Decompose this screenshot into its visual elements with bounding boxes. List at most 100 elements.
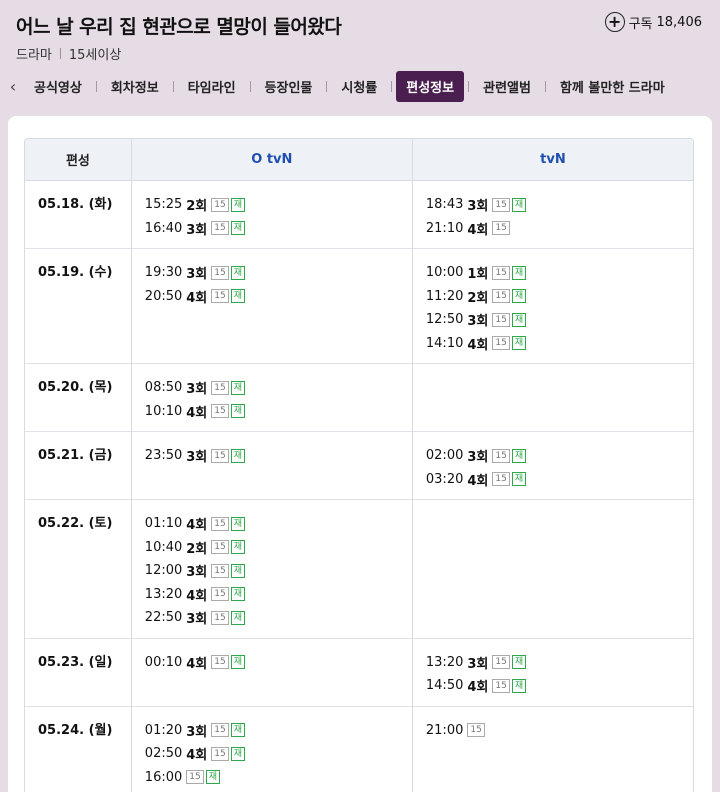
program-tabs: ‹ 공식영상 회차정보 타임라인 등장인물 시청률 편성정보 관련앨범 함께 볼만한 드라마 [0, 70, 720, 102]
rerun-badge: 재 [230, 448, 246, 463]
broadcast-entry: 23:50 3회 15 재 [145, 444, 400, 468]
broadcast-time: 13:20 [144, 586, 183, 602]
tab-item[interactable]: 회차정보 [101, 71, 169, 102]
broadcast-entry: 00:10 4회 15 재 [145, 651, 400, 675]
broadcast-time: 01:20 [144, 722, 183, 738]
broadcast-time: 02:50 [144, 746, 183, 762]
rerun-badge: 재 [511, 289, 527, 304]
episode-number: 3회 [186, 382, 208, 398]
subscribe-button[interactable]: + 구독 18,406 [604, 12, 703, 32]
age-rating-badge: 15 [211, 610, 229, 625]
schedule-date: 05.19. (수) [25, 249, 131, 364]
schedule-panel: 편성 O tvN tvN 05.18. (화) 15:25 2회 15 재 16:40 3회… [8, 116, 712, 792]
broadcast-entry: 03:20 4회 15 재 [426, 468, 681, 492]
program-title: 어느 날 우리 집 현관으로 멸망이 들어왔다 [16, 16, 342, 38]
episode-number: 3회 [186, 267, 208, 283]
age-rating-badge: 15 [492, 448, 510, 463]
broadcast-entry: 16:40 3회 15 재 [145, 217, 400, 241]
rerun-badge: 재 [230, 221, 246, 236]
broadcast-entry: 15:25 2회 15 재 [145, 193, 400, 217]
broadcast-entry: 19:30 3회 15 재 [145, 261, 400, 285]
rerun-badge: 재 [511, 197, 527, 212]
schedule-date: 05.20. (목) [25, 364, 131, 432]
meta-divider [59, 48, 61, 59]
rerun-badge: 재 [230, 655, 246, 670]
tab-divider [391, 80, 393, 92]
age-rating-badge: 15 [492, 336, 510, 351]
episode-number: 3회 [186, 565, 208, 581]
subscribe-count: 18,406 [656, 14, 703, 30]
broadcast-time: 13:20 [425, 654, 464, 670]
age-rating-badge: 15 [492, 312, 510, 327]
tab-item[interactable]: 타임라인 [178, 71, 246, 102]
rerun-badge: 재 [511, 448, 527, 463]
tab-item[interactable]: 관련앨범 [473, 71, 541, 102]
tab-item[interactable]: 등장인물 [255, 71, 323, 102]
broadcast-time: 10:00 [425, 265, 464, 281]
tab-divider [326, 80, 328, 92]
broadcast-entry: 18:43 3회 15 재 [426, 193, 681, 217]
age-rating-badge: 15 [492, 265, 510, 280]
episode-number: 3회 [186, 450, 208, 466]
broadcast-entry: 14:50 4회 15 재 [426, 674, 681, 698]
broadcast-entry: 08:50 3회 15 재 [145, 376, 400, 400]
schedule-date: 05.23. (일) [25, 639, 131, 707]
episode-number: 3회 [467, 656, 489, 672]
column-header-otvn: O tvN [130, 139, 412, 181]
channel-cell-otvn: 00:10 4회 15 재 [130, 638, 412, 707]
channel-cell-otvn: 23:50 3회 15 재 [130, 432, 412, 500]
age-rating-badge: 15 [211, 289, 229, 304]
age-rating-badge: 15 [211, 587, 229, 602]
age-rating-badge: 15 [211, 265, 229, 280]
channel-cell-tvn [411, 500, 693, 639]
schedule-date: 05.21. (금) [25, 432, 131, 500]
subscribe-label: 구독 [628, 16, 653, 32]
broadcast-entry: 11:20 2회 15 재 [426, 285, 681, 309]
channel-cell-tvn [411, 364, 693, 432]
broadcast-entry: 10:40 2회 15 재 [145, 536, 400, 560]
rerun-badge: 재 [511, 678, 527, 693]
broadcast-time: 16:00 [144, 769, 183, 785]
broadcast-time: 12:50 [425, 312, 464, 328]
channel-cell-otvn: 19:30 3회 15 재 20:50 4회 15 재 [130, 249, 412, 364]
rerun-badge: 재 [230, 610, 246, 625]
broadcast-time: 14:50 [425, 678, 464, 694]
age-rating-badge: 15 [211, 448, 229, 463]
broadcast-time: 15:25 [144, 197, 183, 213]
broadcast-entry: 13:20 4회 15 재 [145, 583, 400, 607]
program-meta: 드라마 15세이상 [16, 44, 121, 63]
channel-cell-tvn: 13:20 3회 15 재 14:50 4회 15 재 [411, 638, 693, 707]
age-rating-label: 15세이상 [68, 48, 122, 63]
age-rating-badge: 15 [211, 723, 229, 738]
chevron-left-icon[interactable]: ‹ [2, 77, 24, 96]
rerun-badge: 재 [230, 289, 246, 304]
tab-item[interactable]: 공식영상 [24, 71, 92, 102]
age-rating-badge: 15 [492, 678, 510, 693]
rerun-badge: 재 [230, 563, 246, 578]
broadcast-time: 21:00 [425, 722, 464, 738]
episode-number: 3회 [467, 199, 489, 215]
program-header: 어느 날 우리 집 현관으로 멸망이 들어왔다 드라마 15세이상 + 구독 1… [0, 0, 720, 112]
channel-cell-otvn: 01:203회15재02:504회15재16:0015재17:2015재 [130, 706, 412, 792]
age-rating-badge: 15 [186, 770, 204, 785]
tab-item[interactable]: 함께 볼만한 드라마 [550, 71, 675, 102]
broadcast-time: 23:50 [144, 448, 183, 464]
broadcast-entry: 02:50 4회 15 재 [145, 742, 400, 766]
rerun-badge: 재 [230, 587, 246, 602]
age-rating-badge: 15 [492, 655, 510, 670]
column-header-tvn: tvN [411, 139, 693, 181]
tab-item[interactable]: 편성정보 [396, 70, 465, 102]
age-rating-badge: 15 [211, 197, 229, 212]
episode-number: 3회 [467, 314, 489, 330]
schedule-date: 05.24. (월) [38, 722, 113, 738]
rerun-badge: 재 [511, 336, 527, 351]
age-rating-badge: 15 [211, 655, 229, 670]
broadcast-entry: 21:00 15 [426, 719, 681, 743]
schedule-date: 05.22. (토) [25, 500, 131, 639]
tab-item[interactable]: 시청률 [331, 71, 387, 102]
rerun-badge: 재 [230, 265, 246, 280]
age-rating-badge: 15 [211, 516, 229, 531]
episode-number: 4회 [467, 222, 489, 238]
broadcast-entry: 22:50 3회 15 재 [145, 606, 400, 630]
rerun-badge: 재 [205, 770, 220, 785]
